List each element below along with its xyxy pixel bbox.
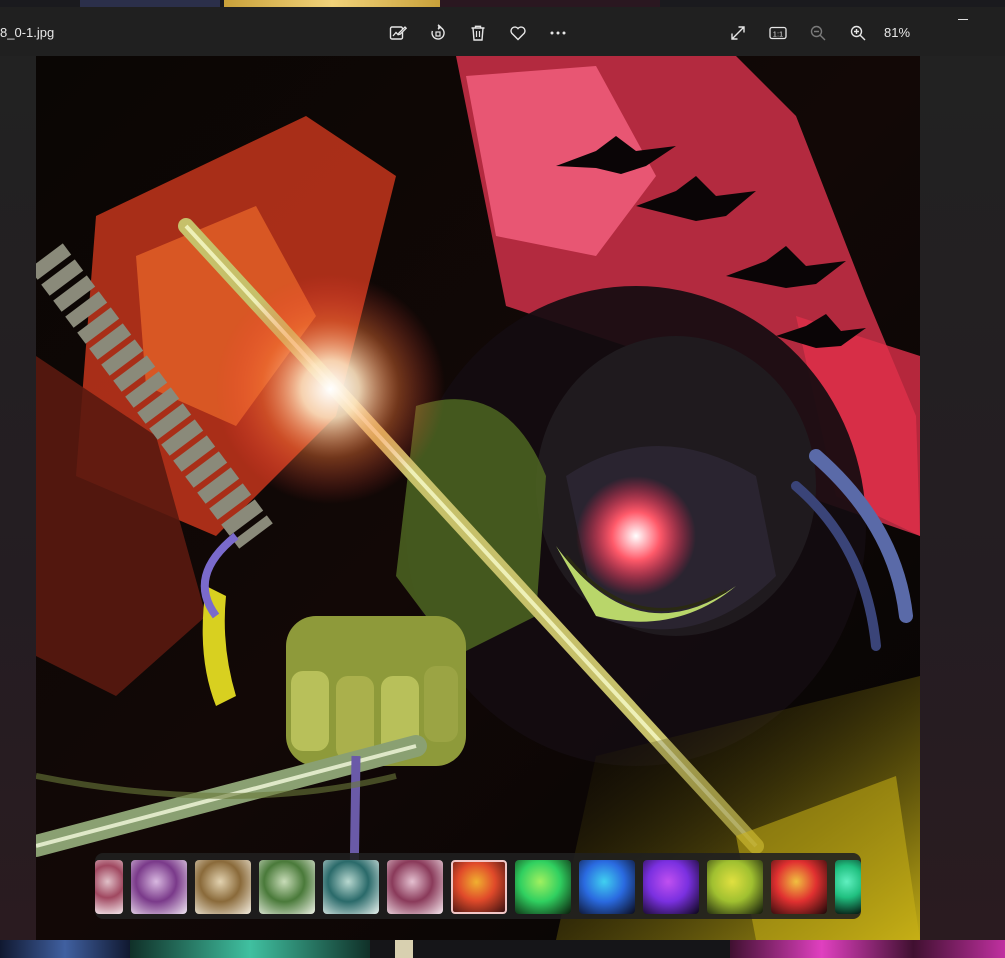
minimize-icon <box>958 18 968 20</box>
artwork-illustration <box>36 56 920 940</box>
background-thumbnail <box>224 0 440 7</box>
filmstrip-thumbnail[interactable] <box>515 860 571 914</box>
background-thumbnail <box>395 940 413 958</box>
filmstrip-thumbnail[interactable] <box>323 860 379 914</box>
zoom-in-icon <box>850 25 866 41</box>
zoom-level: 81% <box>884 25 911 40</box>
edit-image-icon <box>389 26 407 40</box>
next-row-thumbnails <box>0 940 1005 958</box>
zoom-out-icon <box>810 25 826 41</box>
background-thumbnail <box>80 0 220 7</box>
background-thumbnail <box>0 940 130 958</box>
file-name: 8_0-1.jpg <box>0 25 55 40</box>
filmstrip-thumbnail[interactable] <box>387 860 443 914</box>
zoom-out-button[interactable] <box>804 20 832 46</box>
rotate-icon <box>431 24 445 40</box>
minimize-button[interactable] <box>957 13 969 25</box>
background-thumbnail <box>440 0 660 7</box>
heart-icon <box>510 26 526 41</box>
expand-icon <box>731 26 745 40</box>
filmstrip-thumbnail[interactable] <box>579 860 635 914</box>
actual-size-icon: 1:1 <box>769 26 787 40</box>
displayed-image[interactable] <box>36 56 920 940</box>
filmstrip-thumbnail[interactable] <box>131 860 187 914</box>
filmstrip-thumbnail[interactable] <box>771 860 827 914</box>
fullscreen-button[interactable] <box>724 20 752 46</box>
actual-size-button[interactable]: 1:1 <box>764 20 792 46</box>
delete-button[interactable] <box>464 20 492 46</box>
favorite-button[interactable] <box>504 20 532 46</box>
filmstrip <box>95 853 861 919</box>
delete-icon <box>471 25 485 41</box>
filmstrip-thumbnail[interactable] <box>195 860 251 914</box>
more-icon <box>550 31 566 35</box>
filmstrip-thumbnail[interactable] <box>707 860 763 914</box>
background-thumbnail <box>130 940 370 958</box>
zoom-in-button[interactable] <box>844 20 872 46</box>
previous-row-thumbnails <box>0 0 1005 7</box>
filmstrip-thumbnail[interactable] <box>835 860 861 914</box>
filmstrip-thumbnail[interactable] <box>643 860 699 914</box>
background-thumbnail <box>730 940 1005 958</box>
more-options-button[interactable] <box>544 20 572 46</box>
edit-image-button[interactable] <box>384 20 412 46</box>
rotate-button[interactable] <box>424 20 452 46</box>
filmstrip-thumbnail[interactable] <box>451 860 507 914</box>
filmstrip-thumbnail[interactable] <box>95 860 123 914</box>
filmstrip-thumbnail[interactable] <box>259 860 315 914</box>
actual-size-label: 1:1 <box>773 29 783 38</box>
viewer-toolbar: 8_0-1.jpg 1:1 81% <box>0 7 1005 56</box>
